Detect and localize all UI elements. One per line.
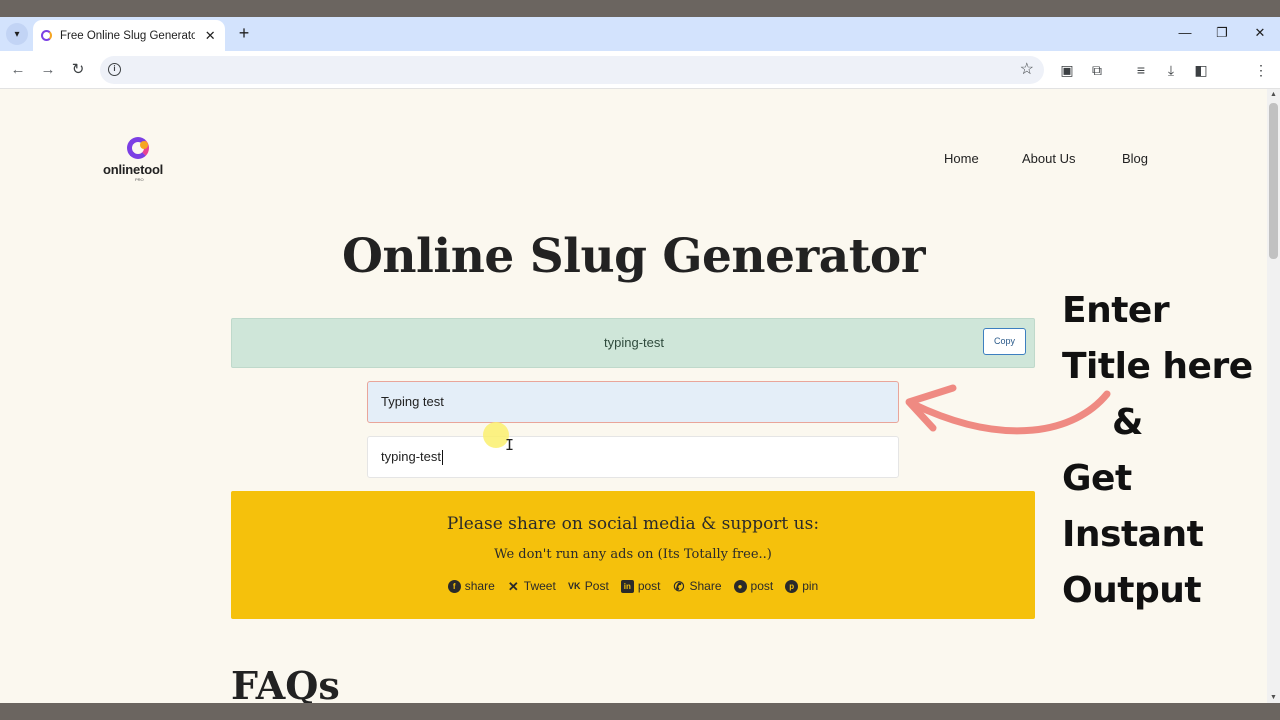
share-label: post [750,579,774,593]
title-input-value: Typing test [381,394,444,409]
site-logo[interactable]: onlinetool PRO [103,137,177,183]
reddit-icon: ● [733,579,747,593]
arrow-head [905,384,957,432]
nav-blog[interactable]: Blog [1122,151,1148,166]
annotation-arrow-icon [905,384,1111,435]
nav-home[interactable]: Home [944,151,979,166]
facebook-icon: f [447,579,461,593]
restore-button[interactable]: ❐ [1207,22,1237,44]
share-subheading: We don't run any ads on (Its Totally fre… [494,547,772,562]
extensions-puzzle-icon[interactable]: ⧉ [1088,61,1106,79]
logo-text: onlinetool [103,162,164,177]
share-x-button[interactable]: ✕ Tweet [507,579,556,593]
browser-toolbar: ← → ↻ i ☆ ▣ ⧉ ≡ ⤓ ◧ ⋮ [0,51,1280,89]
slug-result-bar: typing-test Copy [231,318,1035,368]
annotation-line: Instant [1062,514,1204,555]
annotation-line: Enter [1062,290,1170,331]
copy-button[interactable]: Copy [983,328,1026,355]
vk-icon: VK [568,580,581,591]
slug-result-text: typing-test [604,335,664,350]
whatsapp-icon: ✆ [673,578,685,594]
scrollbar-thumb[interactable] [1269,103,1278,259]
share-reddit-button[interactable]: ● post [733,579,774,593]
tab-title: Free Online Slug Generator | SE [60,29,196,42]
annotation-line: Output [1062,570,1202,611]
logo-subtext: PRO [135,177,144,182]
site-info-icon[interactable]: i [108,63,121,76]
scroll-down-icon[interactable]: ▼ [1270,694,1277,701]
arrow-curve [909,390,1111,435]
side-panel-icon[interactable]: ◧ [1192,61,1210,79]
page-scrollbar[interactable]: ▲ ▼ [1267,89,1280,703]
bottom-frame [0,703,1280,720]
linkedin-icon: in [620,579,634,593]
browser-tabstrip: ▾ Free Online Slug Generator | SE ✕ + — … [0,17,1280,51]
forward-icon[interactable]: → [37,59,59,81]
slug-output-value: typing-test [381,449,441,464]
minimize-button[interactable]: — [1170,22,1200,44]
share-label: Tweet [523,579,556,593]
share-heading: Please share on social media & support u… [446,514,820,534]
title-input[interactable]: Typing test [367,381,899,423]
share-label: Share [689,579,722,593]
tab-favicon-icon [41,30,52,41]
share-label: Post [584,579,609,593]
close-window-button[interactable]: ✕ [1245,22,1275,44]
share-vk-button[interactable]: VK Post [568,579,609,593]
menu-kebab-icon[interactable]: ⋮ [1252,61,1270,79]
tab-search-icon[interactable]: ▾ [6,23,28,45]
scroll-up-icon[interactable]: ▲ [1270,91,1277,98]
share-pinterest-button[interactable]: p pin [785,579,818,593]
faq-heading: FAQs [231,663,340,703]
share-whatsapp-button[interactable]: ✆ Share [673,579,722,593]
media-control-icon[interactable]: ≡ [1132,61,1150,79]
tab-close-icon[interactable]: ✕ [203,28,217,44]
download-icon[interactable]: ⤓ [1162,61,1180,79]
share-linkedin-button[interactable]: in post [620,579,661,593]
text-caret [441,450,443,466]
back-icon[interactable]: ← [7,59,29,81]
annotation-line: Get [1062,458,1132,499]
reload-icon[interactable]: ↻ [67,59,89,81]
share-label: post [637,579,661,593]
x-icon: ✕ [507,578,519,594]
share-label: share [464,579,495,593]
page-title: Online Slug Generator [341,229,926,284]
logo-dot-icon [140,141,148,149]
browser-tab-active[interactable]: Free Online Slug Generator | SE ✕ [33,20,225,51]
share-facebook-button[interactable]: f share [447,579,495,593]
pinterest-icon: p [785,579,799,593]
share-section: Please share on social media & support u… [231,491,1035,619]
address-bar[interactable]: i ☆ [100,56,1044,84]
ibeam-cursor-icon: I [505,436,515,454]
nav-about-us[interactable]: About Us [1022,151,1075,166]
share-label: pin [802,579,819,593]
extension-icon[interactable]: ▣ [1058,61,1076,79]
tutorial-annotation: Enter Title here & Get Instant Output [1062,283,1253,619]
new-tab-button[interactable]: + [234,22,254,44]
share-buttons: f share ✕ Tweet VK Post in post ✆ Share ● post… [231,579,1035,593]
slug-output-field[interactable]: typing-test [367,436,899,478]
bookmark-star-icon[interactable]: ☆ [1020,59,1034,79]
